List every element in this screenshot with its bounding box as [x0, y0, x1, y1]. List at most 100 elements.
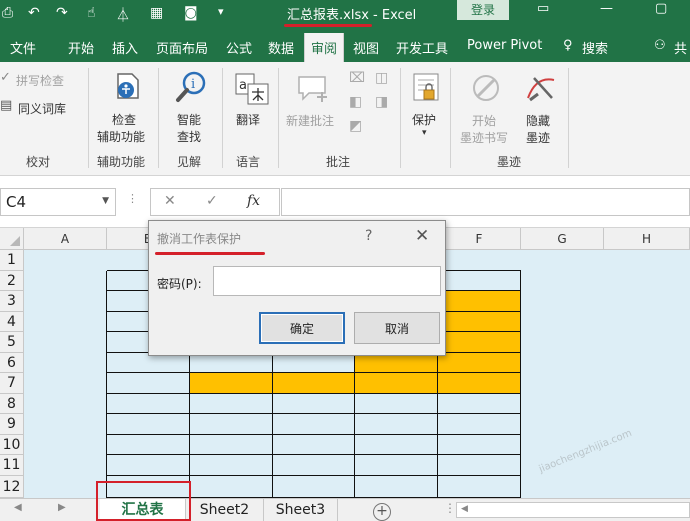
- cell-f5[interactable]: [438, 332, 521, 353]
- cell-f11[interactable]: [438, 455, 521, 476]
- tab-insert[interactable]: 插入: [112, 38, 138, 57]
- cell-c7[interactable]: [190, 373, 273, 394]
- filter-icon[interactable]: ⏃: [116, 5, 130, 25]
- cell-f7[interactable]: [438, 373, 521, 394]
- column-header-h[interactable]: H: [604, 228, 690, 250]
- column-header-f[interactable]: F: [438, 228, 521, 250]
- start-inking-line2[interactable]: 墨迹书写: [460, 129, 508, 146]
- help-icon[interactable]: ?: [365, 228, 372, 244]
- row-header-1[interactable]: 1: [0, 250, 24, 271]
- cell-b9[interactable]: [107, 414, 190, 435]
- tab-data[interactable]: 数据: [268, 38, 294, 57]
- row-header-2[interactable]: 2: [0, 271, 24, 291]
- cell-f4[interactable]: [438, 312, 521, 332]
- row-header-11[interactable]: 11: [0, 455, 24, 476]
- cell-f3[interactable]: [438, 291, 521, 312]
- scroll-left-icon[interactable]: ◀: [461, 504, 468, 514]
- protect-button[interactable]: 保护: [412, 111, 436, 128]
- more-options-icon[interactable]: ⋮: [444, 501, 456, 515]
- cell-e9[interactable]: [355, 414, 438, 435]
- tab-developer[interactable]: 开发工具: [396, 38, 448, 57]
- cell-d7[interactable]: [273, 373, 355, 394]
- row-header-7[interactable]: 7: [0, 373, 24, 394]
- smart-lookup-line1[interactable]: 智能: [177, 111, 201, 128]
- cell-d11[interactable]: [273, 455, 355, 476]
- cell-d9[interactable]: [273, 414, 355, 435]
- row-header-3[interactable]: 3: [0, 291, 24, 312]
- cell-c11[interactable]: [190, 455, 273, 476]
- row-header-10[interactable]: 10: [0, 435, 24, 455]
- row-header-9[interactable]: 9: [0, 414, 24, 435]
- chevron-down-icon[interactable]: ▼: [102, 196, 109, 206]
- row-header-6[interactable]: 6: [0, 353, 24, 373]
- tab-search[interactable]: 搜索: [582, 38, 608, 57]
- maximize-icon[interactable]: ▢: [655, 1, 667, 16]
- translate-button[interactable]: 翻译: [236, 111, 260, 128]
- next-comment-icon[interactable]: ◩: [349, 118, 362, 134]
- enter-icon[interactable]: ✓: [206, 193, 218, 209]
- row-header-8[interactable]: 8: [0, 394, 24, 414]
- sheet-tab-sheet3[interactable]: Sheet3: [264, 499, 338, 521]
- tab-page-layout[interactable]: 页面布局: [156, 38, 208, 57]
- hide-ink-line2[interactable]: 墨迹: [526, 129, 550, 146]
- cell-e12[interactable]: [355, 476, 438, 498]
- tab-home[interactable]: 开始: [68, 38, 94, 57]
- formula-input[interactable]: [281, 188, 690, 216]
- spell-check-button[interactable]: 拼写检查: [16, 72, 64, 89]
- row-header-12[interactable]: 12: [0, 476, 24, 498]
- cancel-button[interactable]: 取消: [354, 312, 440, 344]
- ribbon-display-icon[interactable]: ▭: [537, 1, 549, 16]
- close-icon[interactable]: ✕: [415, 226, 429, 246]
- next-sheet-icon[interactable]: ▶: [58, 502, 66, 513]
- insert-function-icon[interactable]: fx: [247, 193, 260, 209]
- row-header-4[interactable]: 4: [0, 312, 24, 332]
- cell-e10[interactable]: [355, 435, 438, 455]
- cell-f8[interactable]: [438, 394, 521, 414]
- cell-d8[interactable]: [273, 394, 355, 414]
- cell-c12[interactable]: [190, 476, 273, 498]
- add-sheet-button[interactable]: +: [373, 503, 391, 521]
- protect-dropdown-icon[interactable]: ▾: [422, 128, 427, 138]
- camera-icon[interactable]: ◙: [184, 5, 198, 21]
- smart-lookup-line2[interactable]: 查找: [177, 128, 201, 145]
- select-all-button[interactable]: [0, 228, 24, 250]
- cell-e8[interactable]: [355, 394, 438, 414]
- cell-f10[interactable]: [438, 435, 521, 455]
- cell-f2[interactable]: [438, 271, 521, 291]
- tab-share[interactable]: 共: [674, 38, 687, 57]
- login-button[interactable]: 登录: [457, 0, 509, 20]
- tab-view[interactable]: 视图: [353, 38, 379, 57]
- form-icon[interactable]: ▦: [150, 5, 163, 21]
- cell-c6[interactable]: [190, 353, 273, 373]
- cell-d10[interactable]: [273, 435, 355, 455]
- undo-icon[interactable]: ↶: [28, 5, 40, 21]
- tab-review[interactable]: 审阅: [304, 33, 345, 62]
- tab-power-pivot[interactable]: Power Pivot: [467, 38, 542, 53]
- delete-comment-icon[interactable]: ⌧: [349, 70, 365, 86]
- redo-icon[interactable]: ↷: [56, 5, 68, 21]
- tab-formulas[interactable]: 公式: [226, 38, 252, 57]
- thesaurus-button[interactable]: 同义词库: [18, 100, 66, 117]
- password-input[interactable]: [213, 266, 441, 296]
- cell-f9[interactable]: [438, 414, 521, 435]
- cell-e11[interactable]: [355, 455, 438, 476]
- tab-file[interactable]: 文件: [10, 38, 36, 57]
- sheet-tab-sheet2[interactable]: Sheet2: [186, 499, 264, 521]
- check-accessibility-line2[interactable]: 辅助功能: [97, 128, 145, 145]
- show-ink-icon[interactable]: ◨: [375, 94, 388, 110]
- cell-d12[interactable]: [273, 476, 355, 498]
- start-inking-line1[interactable]: 开始: [472, 112, 496, 129]
- customize-qat-icon[interactable]: ▾: [218, 5, 224, 18]
- column-header-g[interactable]: G: [521, 228, 604, 250]
- horizontal-scrollbar[interactable]: ◀: [456, 502, 690, 518]
- name-box[interactable]: C4 ▼: [0, 188, 116, 216]
- hide-ink-line1[interactable]: 隐藏: [526, 112, 550, 129]
- previous-comment-icon[interactable]: ◧: [349, 94, 362, 110]
- cancel-icon[interactable]: ✕: [164, 193, 176, 209]
- new-comment-button[interactable]: 新建批注: [286, 112, 334, 129]
- column-header-a[interactable]: A: [24, 228, 107, 250]
- show-comments-icon[interactable]: ◫: [375, 70, 388, 86]
- save-icon[interactable]: ⎙: [2, 5, 13, 21]
- cell-c8[interactable]: [190, 394, 273, 414]
- ok-button[interactable]: 确定: [259, 312, 345, 344]
